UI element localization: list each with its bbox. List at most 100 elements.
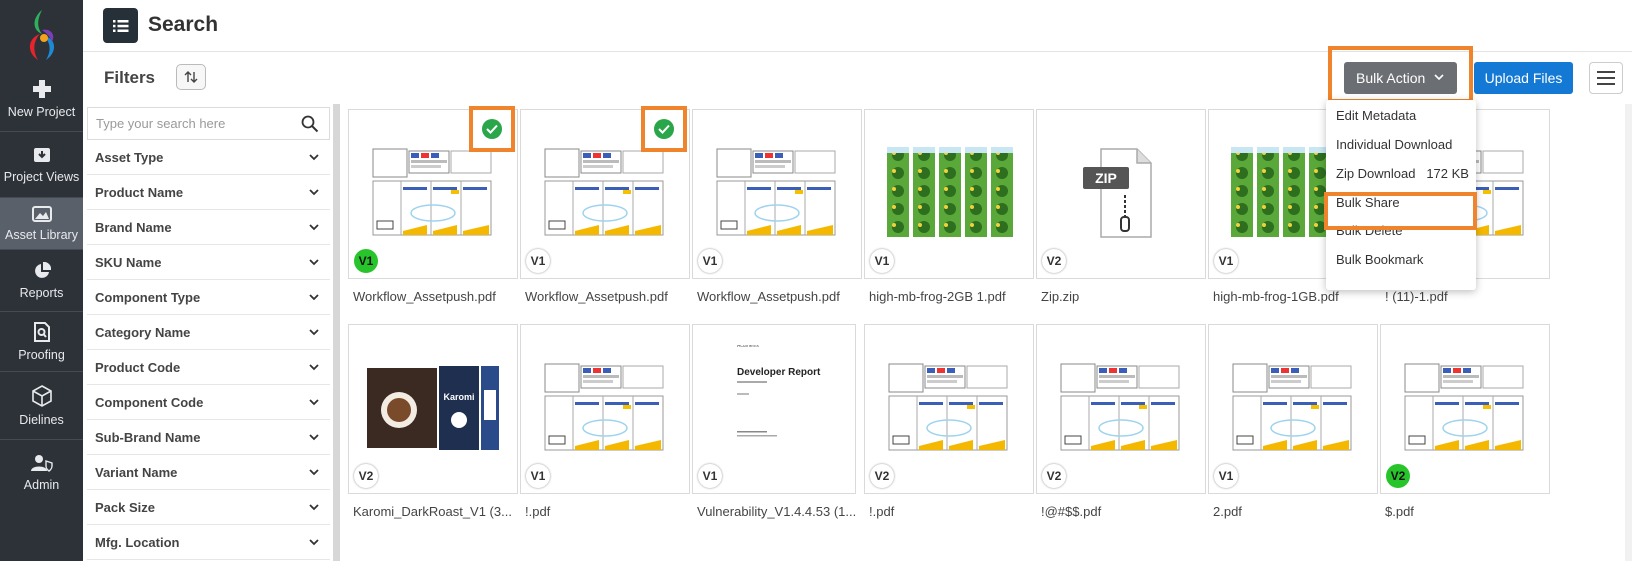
filter-item-label: Product Code [95, 359, 181, 375]
nav-admin[interactable]: Admin [0, 440, 83, 506]
nav-label: Proofing [18, 347, 65, 362]
chevron-down-icon [309, 504, 319, 511]
filter-search-input[interactable] [88, 108, 288, 139]
pie-chart-icon [34, 261, 51, 278]
version-badge[interactable]: V1 [870, 249, 894, 273]
asset-name[interactable]: Zip.zip [1041, 289, 1211, 304]
version-badge[interactable]: V1 [698, 249, 722, 273]
image-icon [31, 205, 52, 222]
nav-proofing[interactable]: Proofing [0, 312, 83, 372]
asset-name[interactable]: Workflow_Assetpush.pdf [697, 289, 867, 304]
version-badge[interactable]: V2 [870, 464, 894, 488]
filter-item[interactable]: Product Code [87, 350, 330, 385]
filter-item[interactable]: Variant Name [87, 455, 330, 490]
asset-card[interactable]: V2 [1036, 324, 1206, 494]
nav-new-project[interactable]: New Project [0, 66, 83, 132]
asset-thumbnail: Acumenix Developer Report [707, 343, 847, 465]
nav-label: Asset Library [5, 227, 78, 242]
asset-name[interactable]: $.pdf [1385, 504, 1555, 519]
grid-scrollbar[interactable] [1625, 104, 1632, 561]
asset-name[interactable]: ! (11)-1.pdf [1385, 289, 1555, 304]
chevron-down-icon [309, 259, 319, 266]
nav-project-views[interactable]: Project Views [0, 132, 83, 198]
app-logo[interactable] [22, 8, 62, 64]
chevron-down-icon [309, 434, 319, 441]
asset-card[interactable]: V2 [864, 324, 1034, 494]
version-badge[interactable]: V1 [1214, 464, 1238, 488]
asset-name[interactable]: Workflow_Assetpush.pdf [525, 289, 695, 304]
bulk-menu-item[interactable]: Bulk Bookmark [1336, 252, 1423, 267]
version-badge[interactable]: V2 [1042, 464, 1066, 488]
filter-item[interactable]: SKU Name [87, 245, 330, 280]
coffee-brand: Karomi [443, 392, 474, 402]
filter-item[interactable]: Mfg. Location [87, 525, 330, 560]
list-menu-icon [112, 19, 128, 32]
asset-card[interactable]: Karomi V2 [348, 324, 518, 494]
asset-thumbnail [1051, 360, 1191, 454]
version-badge[interactable]: V1 [698, 464, 722, 488]
asset-thumbnail [1395, 360, 1535, 454]
filter-item[interactable]: Sub-Brand Name [87, 420, 330, 455]
asset-card[interactable]: ZIP V2 [1036, 109, 1206, 279]
nav-label: Reports [19, 285, 64, 300]
view-menu-button[interactable] [1589, 62, 1623, 94]
version-badge[interactable]: V1 [1214, 249, 1238, 273]
asset-card[interactable]: V1 [864, 109, 1034, 279]
bulk-menu-item[interactable]: Zip Download 172 KB [1336, 166, 1469, 181]
bulk-menu-item[interactable]: Individual Download [1336, 137, 1452, 152]
asset-thumbnail [535, 145, 675, 239]
asset-card[interactable]: V1 [1208, 324, 1378, 494]
download-box-icon [33, 147, 50, 162]
version-badge[interactable]: V1 [526, 249, 550, 273]
asset-name[interactable]: 2.pdf [1213, 504, 1383, 519]
upload-files-button[interactable]: Upload Files [1474, 62, 1573, 94]
sort-arrows-icon [184, 71, 198, 83]
asset-name[interactable]: Workflow_Assetpush.pdf [353, 289, 523, 304]
search-icon[interactable] [301, 115, 319, 133]
filter-search-box [87, 107, 330, 140]
chevron-down-icon [309, 364, 319, 371]
chevron-down-icon [309, 469, 319, 476]
page-header: Search [83, 0, 1632, 52]
filter-item[interactable]: Component Code [87, 385, 330, 420]
version-badge[interactable]: V1 [354, 249, 378, 273]
asset-card[interactable]: V1 [520, 324, 690, 494]
asset-name[interactable]: !.pdf [869, 504, 1039, 519]
asset-thumbnail [1223, 360, 1363, 454]
bulk-menu-item[interactable]: Edit Metadata [1336, 108, 1416, 123]
nav-dielines[interactable]: Dielines [0, 372, 83, 440]
nav-asset-library[interactable]: Asset Library [0, 198, 83, 250]
filter-item[interactable]: Component Type [87, 280, 330, 315]
selected-check-frame[interactable] [469, 106, 515, 152]
highlight-frame-bulk-action [1328, 46, 1473, 103]
asset-card[interactable]: V1 [692, 109, 862, 279]
asset-name[interactable]: Karomi_DarkRoast_V1 (3... [353, 504, 523, 519]
asset-name[interactable]: !.pdf [525, 504, 695, 519]
asset-name[interactable]: high-mb-frog-1GB.pdf [1213, 289, 1383, 304]
filter-item-label: Sub-Brand Name [95, 429, 201, 445]
nav-label: New Project [7, 104, 76, 119]
asset-name[interactable]: high-mb-frog-2GB 1.pdf [869, 289, 1039, 304]
version-badge[interactable]: V2 [354, 464, 378, 488]
chevron-down-icon [309, 189, 319, 196]
version-badge[interactable]: V1 [526, 464, 550, 488]
asset-card[interactable]: V2 [1380, 324, 1550, 494]
asset-card[interactable]: Acumenix Developer Report V1 [692, 324, 856, 494]
version-badge[interactable]: V2 [1042, 249, 1066, 273]
sort-toggle-button[interactable] [176, 64, 206, 90]
filter-item[interactable]: Product Name [87, 175, 330, 210]
filter-item[interactable]: Brand Name [87, 210, 330, 245]
menu-toggle-button[interactable] [103, 8, 138, 43]
filter-item[interactable]: Asset Type [87, 140, 330, 175]
filter-item[interactable]: Pack Size [87, 490, 330, 525]
filter-scrollbar[interactable] [333, 104, 340, 561]
asset-thumbnail [707, 145, 847, 239]
version-badge[interactable]: V2 [1386, 464, 1410, 488]
user-shield-icon [30, 455, 53, 472]
asset-name[interactable]: !@#$$.pdf [1041, 504, 1211, 519]
selected-check-frame[interactable] [641, 106, 687, 152]
filter-item[interactable]: Category Name [87, 315, 330, 350]
nav-reports[interactable]: Reports [0, 250, 83, 312]
chevron-down-icon [309, 329, 319, 336]
asset-name[interactable]: Vulnerability_V1.4.4.53 (1... [697, 504, 867, 519]
